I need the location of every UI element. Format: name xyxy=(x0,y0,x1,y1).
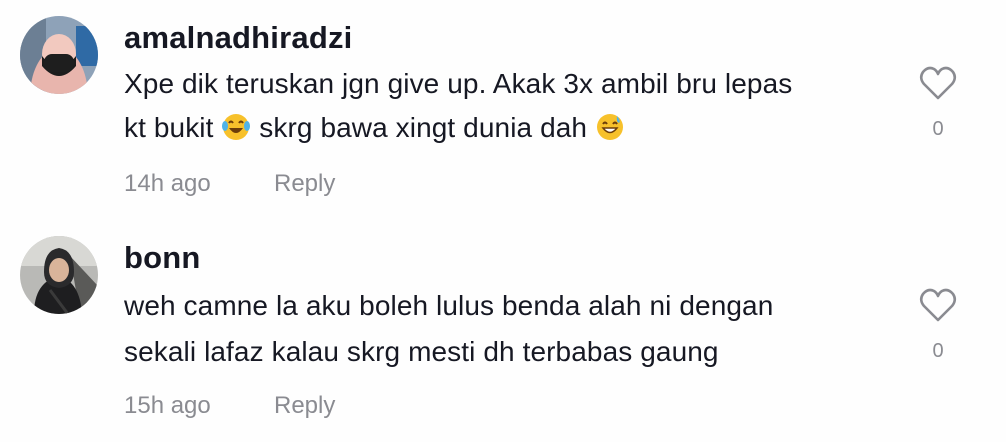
user-avatar-image xyxy=(20,16,98,94)
comment-item: amalnadhiradzi Xpe dik teruskan jgn give… xyxy=(0,0,1006,220)
like-count: 0 xyxy=(932,340,944,362)
reply-button[interactable]: Reply xyxy=(274,170,335,198)
avatar[interactable] xyxy=(20,236,98,314)
user-avatar-image xyxy=(20,236,98,314)
grinning-face-with-sweat-icon xyxy=(596,114,623,140)
username[interactable]: bonn xyxy=(124,240,201,276)
comment-timestamp: 15h ago xyxy=(124,392,211,419)
comment-timestamp: 14h ago xyxy=(124,170,211,197)
comment-item: bonn weh camne la aku boleh lulus benda … xyxy=(0,220,1006,442)
comment-text-line: kt bukit skrg bawa xingt dunia dah xyxy=(124,112,625,144)
comment-text-line: Xpe dik teruskan jgn give up. Akak 3x am… xyxy=(124,68,793,99)
like-button[interactable] xyxy=(918,64,958,104)
username[interactable]: amalnadhiradzi xyxy=(124,20,352,56)
reply-button[interactable]: Reply xyxy=(274,392,335,420)
comment-text-segment: kt bukit xyxy=(124,112,222,143)
comment-text-line: weh camne la aku boleh lulus benda alah … xyxy=(124,290,774,321)
like-button[interactable] xyxy=(918,286,958,326)
like-count: 0 xyxy=(932,118,944,140)
comment-text-line: sekali lafaz kalau skrg mesti dh terbaba… xyxy=(124,336,719,367)
comment-text-segment: skrg bawa xingt dunia dah xyxy=(251,112,595,143)
heart-icon xyxy=(919,66,957,100)
avatar[interactable] xyxy=(20,16,98,94)
heart-icon xyxy=(919,288,957,322)
face-with-tears-of-joy-icon xyxy=(222,114,251,140)
